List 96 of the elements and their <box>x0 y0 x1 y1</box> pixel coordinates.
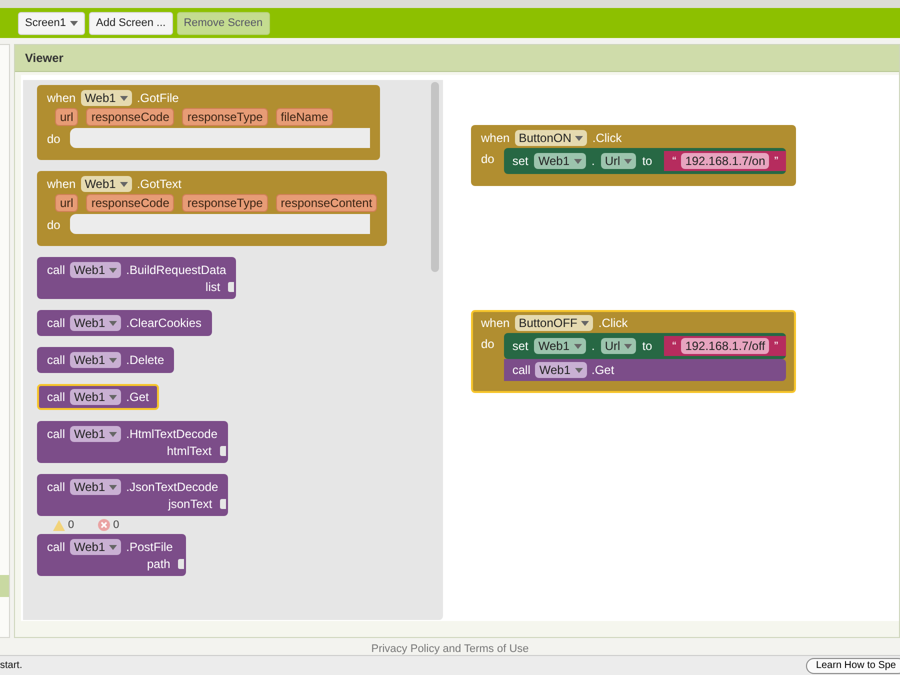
component-dropdown[interactable]: Url <box>600 153 636 169</box>
component-dropdown[interactable]: Web1 <box>534 153 586 169</box>
block-keyword: when <box>481 131 510 145</box>
block-keyword: . <box>592 339 595 353</box>
block-keyword: call <box>47 540 66 554</box>
block-keyword: call <box>47 263 66 277</box>
block-keyword: do <box>47 131 60 146</box>
caret-icon <box>109 544 118 550</box>
component-dropdown[interactable]: Web1 <box>70 389 122 405</box>
argument-label: list <box>206 280 220 294</box>
caret-icon <box>574 344 582 348</box>
event-name: .GotText <box>136 177 182 191</box>
parameter-chip[interactable]: url <box>55 108 78 126</box>
caret-icon <box>120 182 128 186</box>
parameter-chip[interactable]: responseCode <box>86 108 174 126</box>
toolbar-button[interactable]: Add Screen ... <box>88 12 173 34</box>
caret-icon <box>574 368 583 372</box>
component-dropdown[interactable]: Web1 <box>70 539 122 555</box>
component-dropdown[interactable]: Web1 <box>70 262 122 278</box>
learn-button[interactable]: Learn How to Spe <box>806 658 900 674</box>
caret-icon <box>624 158 632 164</box>
block-keyword: when <box>47 91 76 105</box>
caret-icon <box>70 20 78 26</box>
component-dropdown[interactable]: Web1 <box>70 315 122 331</box>
block-keyword: call <box>47 390 66 404</box>
block-keyword: set <box>512 339 528 353</box>
block-keyword: call <box>512 363 530 377</box>
text-field[interactable]: 192.168.1.7/off <box>681 338 770 354</box>
method-name: .BuildRequestData <box>126 263 226 277</box>
block-keyword: when <box>47 177 76 191</box>
component-dropdown[interactable]: Web1 <box>80 90 132 106</box>
screen-dropdown[interactable]: Screen1 <box>18 12 85 34</box>
block-keyword: do <box>481 151 494 166</box>
parameter-chip[interactable]: responseContent <box>276 194 378 212</box>
quote-mark: “ <box>672 339 676 353</box>
method-name: .Get <box>592 363 614 377</box>
event-name: .GotFile <box>136 91 179 105</box>
block-keyword: when <box>481 316 510 330</box>
event-name: .Click <box>598 316 628 330</box>
parameter-chip[interactable]: responseType <box>182 108 268 126</box>
privacy-link[interactable]: Privacy Policy and Terms of Use <box>371 643 529 655</box>
method-name: .Get <box>126 390 149 404</box>
component-dropdown[interactable]: ButtonON <box>514 130 588 146</box>
parameter-chip[interactable]: responseCode <box>86 194 174 212</box>
method-name: .PostFile <box>126 540 173 554</box>
parameter-chip[interactable]: fileName <box>276 108 334 126</box>
component-dropdown[interactable]: Web1 <box>70 352 122 368</box>
caret-icon <box>581 320 590 326</box>
method-name: .JsonTextDecode <box>126 480 218 494</box>
caret-icon <box>109 320 118 326</box>
caret-icon <box>109 484 118 490</box>
argument-label: path <box>147 557 170 571</box>
caret-icon <box>109 358 118 362</box>
socket-notch <box>228 282 234 292</box>
block-keyword: call <box>47 353 66 367</box>
quote-mark: ” <box>774 339 778 353</box>
quote-mark: ” <box>774 154 778 168</box>
panel-title: Viewer <box>25 51 64 65</box>
block-keyword: set <box>512 154 528 168</box>
text-field[interactable]: 192.168.1.7/on <box>681 153 770 169</box>
socket-notch <box>220 499 226 509</box>
argument-label: htmlText <box>166 444 212 458</box>
caret-icon <box>109 394 118 400</box>
event-name: .Click <box>592 131 622 145</box>
component-dropdown[interactable]: ButtonOFF <box>514 315 594 331</box>
socket-notch <box>178 559 184 569</box>
block-keyword: call <box>47 480 66 494</box>
method-name: .ClearCookies <box>126 316 202 330</box>
block-keyword: do <box>47 217 60 232</box>
caret-icon <box>120 96 128 100</box>
quote-mark: “ <box>672 154 676 168</box>
component-dropdown[interactable]: Web1 <box>70 479 122 495</box>
block-keyword: to <box>642 154 652 168</box>
argument-label: jsonText <box>168 497 212 511</box>
component-dropdown[interactable]: Web1 <box>70 426 122 442</box>
method-name: .Delete <box>126 353 164 367</box>
component-dropdown[interactable]: Web1 <box>80 176 132 192</box>
block-keyword: to <box>642 339 652 353</box>
caret-icon <box>109 268 118 272</box>
component-dropdown[interactable]: Url <box>600 338 636 354</box>
caret-icon <box>624 344 632 348</box>
block-keyword: call <box>47 427 66 441</box>
caret-icon <box>574 158 582 164</box>
caret-icon <box>575 136 584 140</box>
status-message: start. <box>0 660 22 671</box>
block-keyword: do <box>481 336 494 351</box>
scrollbar[interactable] <box>431 82 439 272</box>
parameter-chip[interactable]: responseType <box>182 194 268 212</box>
method-name: .HtmlTextDecode <box>126 427 218 441</box>
component-dropdown[interactable]: Web1 <box>535 362 587 378</box>
block-keyword: call <box>47 316 66 330</box>
component-dropdown[interactable]: Web1 <box>534 338 586 354</box>
socket-notch <box>220 446 226 456</box>
parameter-chip[interactable]: url <box>55 194 78 212</box>
caret-icon <box>109 432 118 436</box>
block-keyword: . <box>592 154 595 168</box>
